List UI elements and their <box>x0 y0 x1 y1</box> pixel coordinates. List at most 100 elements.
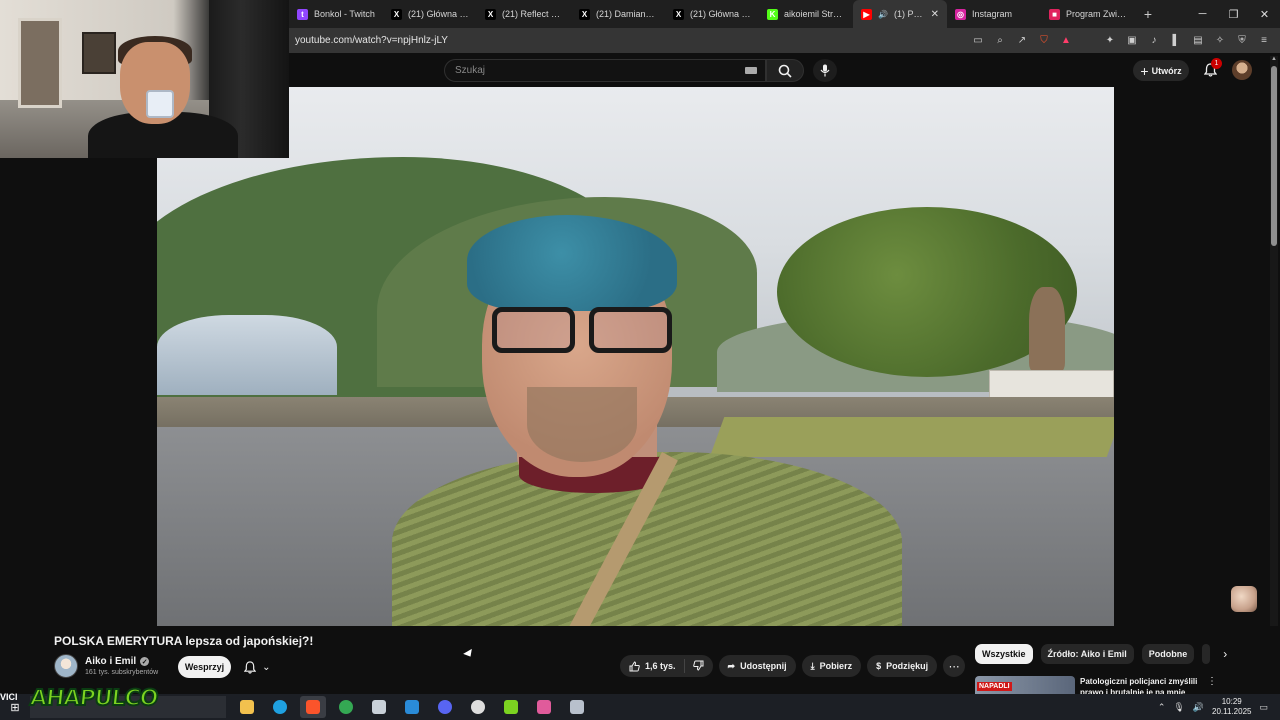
recommended-title[interactable]: Patologiczni policjanci zmyślili prawo i… <box>1080 676 1200 694</box>
stream-deck-icon[interactable] <box>498 696 524 718</box>
dislike-button[interactable] <box>685 660 713 673</box>
share-icon: ➦ <box>727 660 736 671</box>
mini-avatar[interactable] <box>1231 586 1257 612</box>
obs-icon[interactable] <box>465 696 491 718</box>
tab-title: aikoiemil Stream <box>784 9 845 19</box>
download-icon: ⤓ <box>810 660 815 671</box>
youtube-icon: ▶ <box>861 8 872 20</box>
chevron-right-icon[interactable]: › <box>1218 647 1232 661</box>
extensions-icon[interactable]: ✦ <box>1104 35 1116 46</box>
chip-related[interactable]: Podobne <box>1141 644 1195 664</box>
leo-ai-icon[interactable]: ✧ <box>1214 35 1226 46</box>
browser-tab[interactable]: X (21) Główna / X <box>665 0 759 28</box>
zoom-icon[interactable]: ⌕ <box>994 35 1006 46</box>
cast-icon[interactable]: ▭ <box>972 35 984 46</box>
brave-rewards-icon[interactable]: ▲ <box>1060 35 1072 46</box>
app-icon[interactable] <box>564 696 590 718</box>
kick-icon: K <box>767 8 778 20</box>
keyboard-icon[interactable] <box>745 67 757 74</box>
channel-name[interactable]: Aiko i Emil ✓ <box>85 656 150 667</box>
audio-playing-icon[interactable]: 🔊 <box>878 10 888 19</box>
tab-title: (21) Główna / X <box>690 9 751 19</box>
browser-tab[interactable]: Kaikoiemil Stream <box>759 0 853 28</box>
browser-tab[interactable]: X (21) Główna / X <box>383 0 477 28</box>
twitch-icon: t <box>297 8 308 20</box>
search-button[interactable] <box>766 59 804 82</box>
x-icon: X <box>673 8 684 20</box>
browser-tab[interactable]: X (21) Damian Żura <box>571 0 665 28</box>
scrollbar-thumb[interactable] <box>1271 66 1277 246</box>
vpn-icon[interactable]: ⛨ <box>1236 35 1248 46</box>
url-field[interactable]: youtube.com/watch?v=npjHnlz-jLY <box>295 35 972 46</box>
new-tab-button[interactable]: + <box>1135 6 1161 22</box>
overlay-left-text: VICI <box>0 692 18 702</box>
notifications-button[interactable]: 1 <box>1201 58 1222 79</box>
like-button[interactable]: 1,6 tys. <box>620 659 685 673</box>
chevron-up-icon[interactable]: ⌃ <box>1158 702 1166 713</box>
browser-tab[interactable]: ■ Program Zwiedza <box>1041 0 1135 28</box>
chrome-icon[interactable] <box>333 696 359 718</box>
browser-tab[interactable]: t Bonkol - Twitch <box>289 0 383 28</box>
volume-icon[interactable]: 🔊 <box>1193 702 1204 713</box>
steam-icon[interactable] <box>399 696 425 718</box>
browser-tab[interactable]: X (21) Reflect Studio <box>477 0 571 28</box>
create-label: Utwórz <box>1151 65 1182 76</box>
thanks-button[interactable]: $ Podziękuj <box>867 655 938 677</box>
browser-tab[interactable]: ◎ Instagram <box>947 0 1041 28</box>
discord-icon[interactable] <box>432 696 458 718</box>
maximize-button[interactable]: ❐ <box>1218 8 1249 21</box>
close-tab-icon[interactable]: ✕ <box>931 9 939 20</box>
scroll-up-icon[interactable]: ▲ <box>1270 56 1278 62</box>
verified-icon: ✓ <box>140 657 150 666</box>
file-explorer-icon[interactable] <box>234 696 260 718</box>
recommended-thumbnail[interactable]: NAPADLI <box>975 676 1075 694</box>
x-icon: X <box>485 8 496 20</box>
taskbar-apps <box>234 696 590 718</box>
brave-shield-icon[interactable]: ⛉ <box>1038 35 1050 46</box>
game-icon[interactable] <box>531 696 557 718</box>
create-button[interactable]: + Utwórz <box>1133 60 1189 81</box>
chip-source[interactable]: Źródło: Aiko i Emil <box>1040 644 1134 664</box>
video-player[interactable] <box>157 87 1114 626</box>
tab-title: (21) Damian Żura <box>596 9 657 19</box>
tab-title: Program Zwiedza <box>1066 9 1127 19</box>
channel-avatar[interactable] <box>54 654 78 678</box>
share-icon[interactable]: ↗ <box>1016 35 1028 46</box>
menu-icon[interactable]: ≡ <box>1258 35 1270 46</box>
microphone-icon[interactable]: 🎙 <box>1173 702 1184 713</box>
like-count: 1,6 tys. <box>645 661 676 671</box>
voice-search-button[interactable] <box>813 59 837 82</box>
notification-settings-button[interactable]: ⌄ <box>237 656 277 678</box>
start-button[interactable]: ⊞ <box>0 701 30 714</box>
page-scrollbar[interactable]: ▲ <box>1270 56 1278 696</box>
search-input[interactable]: Szukaj <box>444 59 766 82</box>
support-button[interactable]: Wesprzyj <box>178 656 231 678</box>
chip-all[interactable]: Wszystkie <box>975 644 1033 664</box>
close-window-button[interactable]: ✕ <box>1249 8 1280 21</box>
download-button[interactable]: ⤓ Pobierz <box>801 655 862 677</box>
sidebar-icon[interactable]: ▌ <box>1170 35 1182 46</box>
notification-center-icon[interactable]: ▭ <box>1259 702 1268 713</box>
minimize-button[interactable]: ─ <box>1187 8 1218 21</box>
browser-tab-bar: t Bonkol - Twitch X (21) Główna / X X (21) Re… <box>289 0 1280 28</box>
video-actions: 1,6 tys. ➦ Udostępnij ⤓ Pobierz $ Podzię… <box>620 655 966 677</box>
address-bar: youtube.com/watch?v=npjHnlz-jLY ▭ ⌕ ↗ ⛉ … <box>289 28 1280 53</box>
account-avatar[interactable] <box>1232 60 1252 80</box>
reader-icon[interactable]: ▣ <box>1126 35 1138 46</box>
music-icon[interactable]: ♪ <box>1148 35 1160 46</box>
clock[interactable]: 10:29 20.11.2025 <box>1212 697 1251 717</box>
super-thanks-icon: $ <box>876 661 882 671</box>
browser-tab[interactable]: ▶ 🔊 (1) POLSK ✕ <box>853 0 947 28</box>
search-placeholder: Szukaj <box>455 65 486 76</box>
tab-title: (21) Główna / X <box>408 9 469 19</box>
app-icon[interactable] <box>366 696 392 718</box>
edge-icon[interactable] <box>267 696 293 718</box>
stream-logo: AHAPULCO <box>28 685 160 712</box>
more-actions-button[interactable]: ⋯ <box>943 655 966 677</box>
recommended-video[interactable]: NAPADLI Patologiczni policjanci zmyślili… <box>975 676 1275 694</box>
more-vertical-icon[interactable]: ⋮ <box>1207 676 1217 687</box>
wallet-icon[interactable]: ▤ <box>1192 35 1204 46</box>
brave-icon[interactable] <box>300 696 326 718</box>
chip-partial[interactable] <box>1202 644 1211 664</box>
share-button[interactable]: ➦ Udostępnij <box>718 655 796 677</box>
